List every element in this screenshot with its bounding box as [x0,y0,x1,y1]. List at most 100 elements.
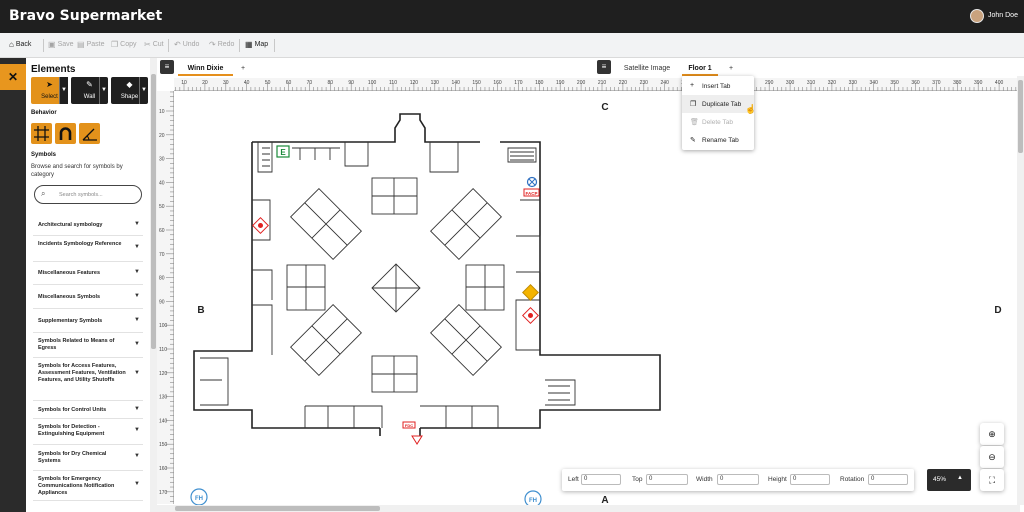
add-tab-button[interactable]: + [237,61,249,76]
undo-button[interactable]: ↶ Undo [174,40,199,49]
ruler-label: 90 [159,299,165,305]
chevron-down-icon: ▼ [134,406,140,412]
side-label-left: B [197,305,204,316]
caret-up-icon: ▲ [957,475,963,481]
ruler-label: 90 [348,80,354,86]
ruler-label: 170 [159,490,168,496]
tab-satellite-image[interactable]: Satellite Image [617,61,677,76]
angle-snap-icon[interactable] [79,123,100,144]
category-item[interactable]: Symbols for Dry Chemical Systems ▼ [33,445,143,471]
grid-snap-icon[interactable] [31,123,52,144]
rotation-input[interactable]: 0 [868,474,908,485]
facp-symbol[interactable]: FACP [523,188,540,197]
tab-floor-1[interactable]: Floor 1 [682,61,718,76]
top-label: Top [632,476,643,483]
magnet-icon[interactable] [55,123,76,144]
search-icon: ⌕ [41,189,46,198]
category-item[interactable]: Symbols Related to Means of Egress ▼ [33,333,143,358]
width-label: Width [696,476,713,483]
zoom-select[interactable]: 45% ▲ [927,469,971,491]
category-item[interactable]: Symbols for Emergency Communications Not… [33,471,143,501]
ruler-label: 50 [265,80,271,86]
side-label-right: D [994,305,1001,316]
exit-sign[interactable]: E [276,145,290,158]
hazard-symbol[interactable] [252,217,269,234]
category-item[interactable]: Symbols for Control Units ▼ [33,401,143,419]
floor-plan-canvas[interactable]: E FACP FDC FH FH C A B D [175,92,1020,505]
zoom-in-button[interactable]: ⊕ [980,423,1004,445]
redo-button[interactable]: ↷ Redo [209,41,234,49]
ruler-label: 40 [159,180,165,186]
menu-item-delete-tab[interactable]: 🗑 Delete Tab [682,113,754,131]
wall-tool-button[interactable]: ✎ Wall ▼ [71,77,108,104]
add-tab-button[interactable]: + [725,61,737,76]
save-button[interactable]: ▣ Save [48,41,74,49]
ruler-label: 150 [159,442,168,448]
ruler-label: 310 [807,80,816,86]
menu-item-rename-tab[interactable]: ✎ Rename Tab [682,131,754,149]
scroll-thumb[interactable] [1018,80,1023,153]
left-label: Left [568,476,579,483]
symbols-description: Browse and search for symbols by categor… [31,164,123,178]
tools-icon[interactable]: ✕ [0,64,26,90]
category-item[interactable]: Miscellaneous Features ▼ [33,262,143,285]
width-input[interactable]: 0 [717,474,759,485]
svg-text:FACP: FACP [525,191,537,196]
ruler-label: 290 [765,80,774,86]
tab-winn-dixie[interactable]: Winn Dixie [178,61,233,76]
menu-icon[interactable]: ≡ [160,60,174,74]
user-name[interactable]: John Doe [988,12,1018,19]
copy-button[interactable]: ❐ Copy [111,41,137,49]
chevron-down-icon: ▼ [134,453,140,459]
cut-button[interactable]: ✂ Cut [144,41,164,49]
symbol-search-input[interactable]: ⌕ Search symbols... [34,185,142,204]
zoom-out-button[interactable]: ⊖ [980,446,1004,468]
hazard-symbol[interactable] [522,307,539,324]
menu-icon[interactable]: ≡ [597,60,611,74]
fit-screen-button[interactable]: ⛶ [980,469,1004,491]
category-item[interactable]: Supplementary Symbols ▼ [33,309,143,333]
ruler-label: 140 [452,80,461,86]
left-input[interactable]: 0 [581,474,621,485]
category-item[interactable]: Miscellaneous Symbols ▼ [33,285,143,309]
ruler-label: 80 [328,80,334,86]
chevron-down-icon[interactable]: ▼ [99,77,108,104]
chevron-down-icon[interactable]: ▼ [139,77,148,104]
height-label: Height [768,476,787,483]
main-toolbar: ⌂ Back ▣ Save ▤ Paste ❐ Copy ✂ Cut ↶ Undo ↷ Red… [0,33,1024,58]
fire-hydrant-symbol[interactable]: FH [524,490,542,505]
chevron-down-icon: ▼ [134,341,140,347]
height-input[interactable]: 0 [790,474,830,485]
category-item[interactable]: Symbols for Detection - Extinguishing Eq… [33,419,143,445]
scroll-thumb[interactable] [175,506,380,511]
back-button[interactable]: ⌂ Back [9,40,31,49]
hazard-symbol[interactable] [522,284,539,301]
shape-tool-button[interactable]: ◆ Shape ▼ [111,77,148,104]
menu-item-duplicate-tab[interactable]: ❐ Duplicate Tab ☝ [682,95,756,114]
top-input[interactable]: 0 [646,474,688,485]
fdc-symbol[interactable]: FDC [402,421,423,445]
category-item[interactable]: Incidents Symbology Reference ▼ [33,236,143,262]
category-item[interactable]: Architectural symbology ▼ [33,215,143,236]
scroll-thumb[interactable] [151,74,156,349]
home-icon: ⌂ [9,40,14,49]
sprinkler-valve-symbol[interactable] [526,176,538,188]
map-button[interactable]: ▦ Map [245,41,268,49]
ruler-label: 230 [640,80,649,86]
chevron-down-icon: ▼ [134,370,140,376]
ruler-label: 120 [410,80,419,86]
fire-hydrant-symbol[interactable]: FH [190,488,208,505]
undo-icon: ↶ [174,40,181,49]
svg-text:FH: FH [195,496,203,502]
user-avatar[interactable] [970,9,984,23]
vertical-scrollbar[interactable] [1017,76,1024,505]
select-tool-button[interactable]: ➤ Select ▼ [31,77,68,104]
title-bar: Bravo Supermarket John Doe [0,0,1024,33]
menu-item-insert-tab[interactable]: + Insert Tab [682,77,754,95]
chevron-down-icon[interactable]: ▼ [59,77,68,104]
ruler-label: 170 [514,80,523,86]
paste-button[interactable]: ▤ Paste [77,41,104,49]
category-item[interactable]: Symbols for Access Features, Assessment … [33,358,143,401]
panel-scrollbar[interactable] [150,58,157,512]
horizontal-scrollbar[interactable] [157,505,1020,512]
